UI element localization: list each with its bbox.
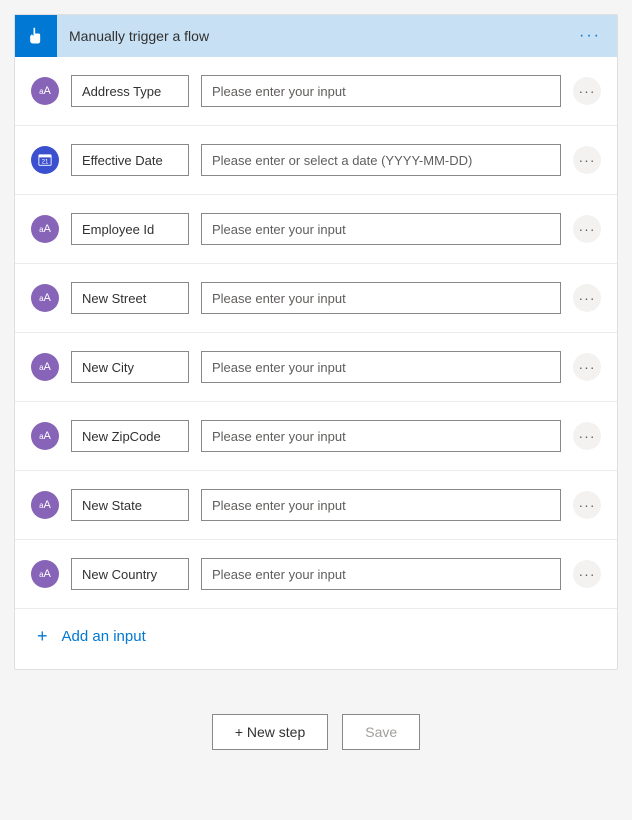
input-label[interactable]: Employee Id [71, 213, 189, 245]
input-field[interactable] [201, 489, 561, 521]
input-field[interactable] [201, 75, 561, 107]
trigger-card: Manually trigger a flow ··· aA Address T… [14, 14, 618, 670]
text-type-icon: aA [31, 491, 59, 519]
input-row: aA New ZipCode ··· [15, 402, 617, 471]
row-more-icon[interactable]: ··· [573, 215, 601, 243]
input-field[interactable] [201, 351, 561, 383]
row-more-icon[interactable]: ··· [573, 491, 601, 519]
input-label[interactable]: New ZipCode [71, 420, 189, 452]
input-row: 21 Effective Date ··· [15, 126, 617, 195]
new-step-button[interactable]: + New step [212, 714, 328, 750]
text-type-icon: aA [31, 77, 59, 105]
input-row: aA Address Type ··· [15, 57, 617, 126]
input-row: aA New Country ··· [15, 540, 617, 609]
input-field[interactable] [201, 282, 561, 314]
plus-icon: + [37, 627, 48, 645]
input-row: aA Employee Id ··· [15, 195, 617, 264]
card-more-icon[interactable]: ··· [575, 23, 605, 49]
input-label[interactable]: Address Type [71, 75, 189, 107]
card-title: Manually trigger a flow [69, 28, 575, 44]
text-type-icon: aA [31, 560, 59, 588]
input-row: aA New Street ··· [15, 264, 617, 333]
svg-text:21: 21 [42, 159, 49, 166]
row-more-icon[interactable]: ··· [573, 77, 601, 105]
input-row: aA New State ··· [15, 471, 617, 540]
input-row: aA New City ··· [15, 333, 617, 402]
input-field[interactable] [201, 558, 561, 590]
text-type-icon: aA [31, 353, 59, 381]
add-input-button[interactable]: + Add an input [15, 609, 617, 669]
row-more-icon[interactable]: ··· [573, 146, 601, 174]
input-field[interactable] [201, 420, 561, 452]
inputs-list: aA Address Type ··· 21 Effective Date ··… [15, 57, 617, 609]
input-field[interactable] [201, 213, 561, 245]
footer: + New step Save [0, 714, 632, 750]
input-label[interactable]: New Street [71, 282, 189, 314]
input-label[interactable]: New State [71, 489, 189, 521]
manual-trigger-icon [15, 15, 57, 57]
add-input-label: Add an input [62, 628, 146, 645]
row-more-icon[interactable]: ··· [573, 422, 601, 450]
row-more-icon[interactable]: ··· [573, 560, 601, 588]
date-type-icon: 21 [31, 146, 59, 174]
card-header[interactable]: Manually trigger a flow ··· [15, 15, 617, 57]
input-label[interactable]: Effective Date [71, 144, 189, 176]
input-field[interactable] [201, 144, 561, 176]
input-label[interactable]: New Country [71, 558, 189, 590]
text-type-icon: aA [31, 422, 59, 450]
input-label[interactable]: New City [71, 351, 189, 383]
row-more-icon[interactable]: ··· [573, 353, 601, 381]
row-more-icon[interactable]: ··· [573, 284, 601, 312]
save-button[interactable]: Save [342, 714, 420, 750]
text-type-icon: aA [31, 215, 59, 243]
text-type-icon: aA [31, 284, 59, 312]
